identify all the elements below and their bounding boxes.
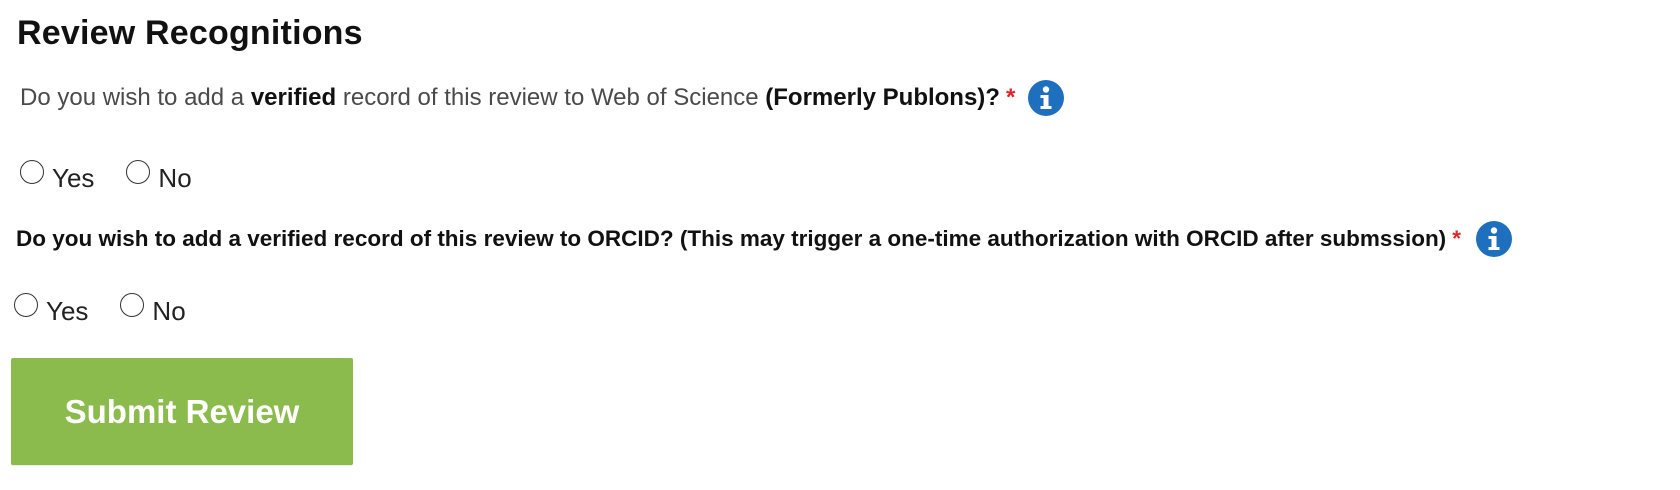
orcid-radio-group: Yes No bbox=[14, 292, 186, 326]
orcid-question-text: Do you wish to add a verified record of … bbox=[16, 226, 1447, 251]
wos-question-verified: verified bbox=[250, 84, 337, 111]
orcid-yes-radio[interactable] bbox=[14, 292, 38, 317]
review-recognitions-panel: Review Recognitions Do you wish to add a… bbox=[0, 0, 1680, 490]
wos-no-radio[interactable] bbox=[126, 159, 151, 184]
wos-question-prefix: Do you wish to add a bbox=[20, 84, 245, 111]
orcid-yes-label: Yes bbox=[46, 296, 89, 326]
wos-no-label: No bbox=[158, 163, 192, 193]
section-title: Review Recognitions bbox=[17, 14, 363, 52]
orcid-no-label: No bbox=[152, 296, 186, 326]
wos-yes-label: Yes bbox=[52, 163, 95, 193]
wos-yes-option[interactable]: Yes bbox=[20, 159, 94, 193]
orcid-yes-option[interactable]: Yes bbox=[14, 292, 88, 326]
info-circle-icon[interactable] bbox=[1027, 79, 1065, 117]
wos-question-middle: record of this review to Web of Science bbox=[342, 84, 759, 111]
orcid-no-radio[interactable] bbox=[120, 292, 145, 317]
required-asterisk: * bbox=[1452, 226, 1461, 251]
orcid-question: Do you wish to add a verified record of … bbox=[16, 220, 1513, 258]
wos-radio-group: Yes No bbox=[20, 159, 192, 193]
info-circle-icon[interactable] bbox=[1475, 220, 1513, 258]
required-asterisk: * bbox=[1005, 84, 1016, 111]
orcid-no-option[interactable]: No bbox=[120, 292, 186, 326]
submit-review-button[interactable]: Submit Review bbox=[11, 358, 353, 465]
wos-question-suffix: (Formerly Publons)? bbox=[765, 84, 1000, 111]
wos-no-option[interactable]: No bbox=[126, 159, 192, 193]
wos-question: Do you wish to add a verified record of … bbox=[20, 79, 1065, 117]
wos-yes-radio[interactable] bbox=[20, 159, 44, 184]
